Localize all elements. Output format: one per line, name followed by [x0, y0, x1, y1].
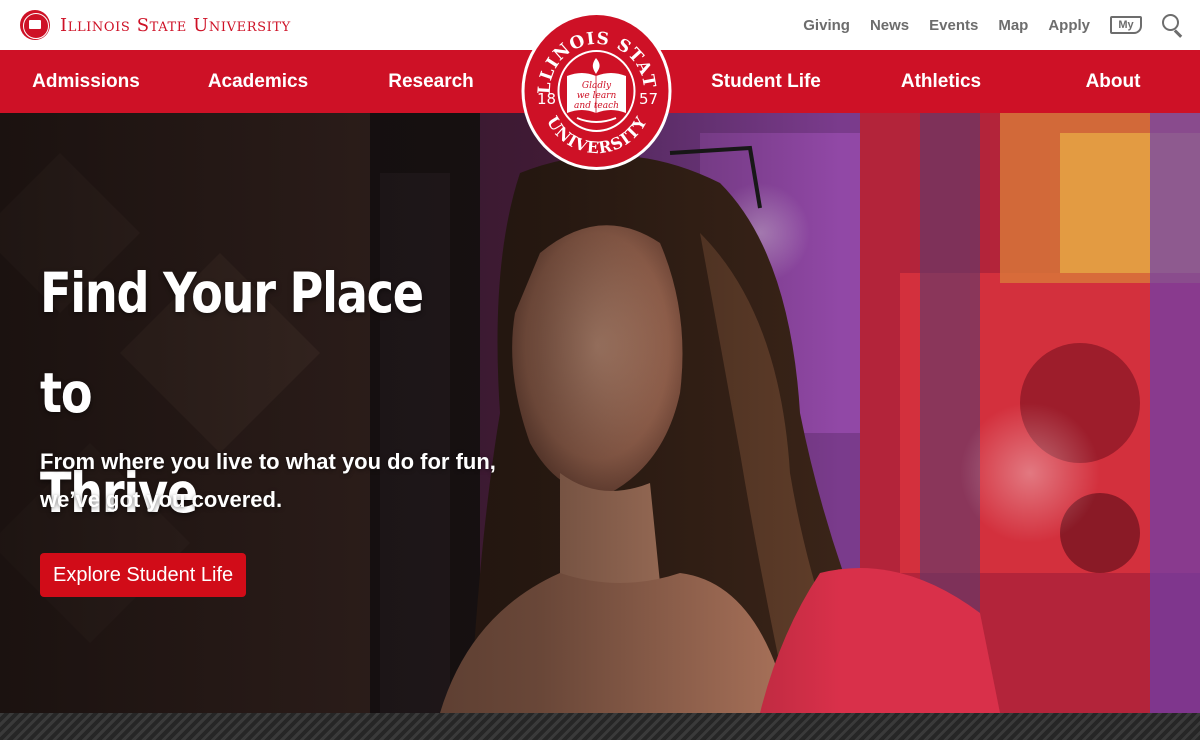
nav-item-academics[interactable]: Academics [208, 50, 308, 113]
nav-item-student-life[interactable]: Student Life [711, 50, 821, 113]
seal-motto-3: and teach [574, 101, 619, 111]
my-isu-button[interactable]: My [1110, 16, 1142, 34]
utility-link-news[interactable]: News [870, 17, 909, 34]
nav-item-athletics[interactable]: Athletics [901, 50, 981, 113]
hero-subtitle-line-2: we’ve got you covered. [40, 487, 283, 512]
utility-link-giving[interactable]: Giving [803, 17, 850, 34]
nav-item-research[interactable]: Research [388, 50, 474, 113]
university-seal-icon [20, 10, 50, 40]
nav-item-admissions[interactable]: Admissions [32, 50, 140, 113]
seal-motto-1: Gladly [582, 81, 612, 91]
utility-nav: Giving News Events Map Apply My [803, 0, 1200, 50]
hero-section: Find Your Place to Thrive From where you… [0, 113, 1200, 713]
seal-graphic: ILLINOIS STATE UNIVERSITY 18 57 Gladly w… [520, 10, 672, 170]
hero-subtitle-line-1: From where you live to what you do for f… [40, 449, 496, 474]
seal-motto-2: we learn [577, 91, 617, 101]
university-name: Illinois State University [60, 14, 291, 36]
university-wordmark-link[interactable]: Illinois State University [20, 9, 291, 41]
search-icon[interactable] [1162, 14, 1184, 36]
utility-link-apply[interactable]: Apply [1048, 17, 1090, 34]
university-seal-logo[interactable]: ILLINOIS STATE UNIVERSITY 18 57 Gladly w… [520, 10, 673, 172]
nav-item-about[interactable]: About [1086, 50, 1141, 113]
hero-subtitle: From where you live to what you do for f… [40, 443, 580, 519]
hero-title-line-1: Find Your Place to [40, 261, 424, 425]
seal-year-left: 18 [537, 90, 556, 108]
utility-link-map[interactable]: Map [998, 17, 1028, 34]
decorative-stripe-band [0, 713, 1200, 740]
seal-year-right: 57 [639, 90, 658, 108]
utility-link-events[interactable]: Events [929, 17, 978, 34]
explore-student-life-button[interactable]: Explore Student Life [40, 553, 247, 597]
